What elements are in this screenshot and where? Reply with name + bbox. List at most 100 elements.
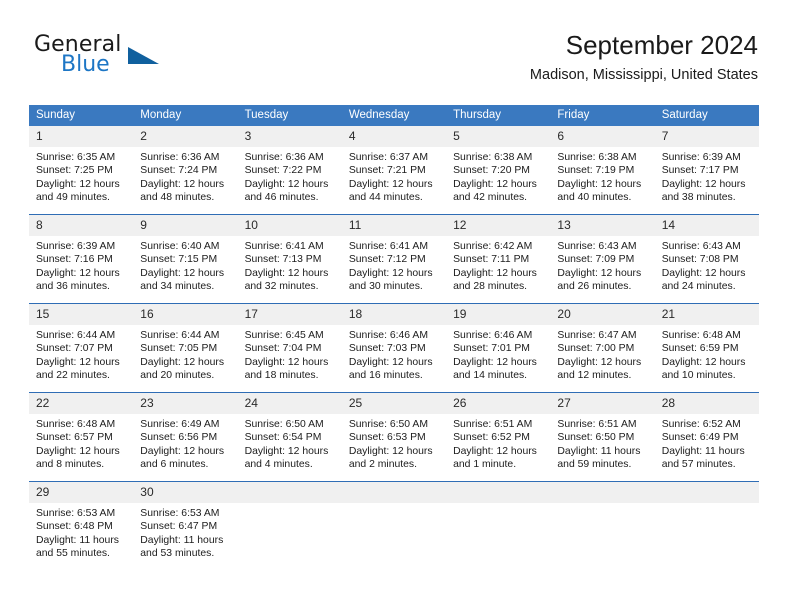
day-number xyxy=(654,482,759,503)
day-number: 13 xyxy=(550,215,655,236)
day-cell[interactable]: 26 Sunrise: 6:51 AM Sunset: 6:52 PM Dayl… xyxy=(446,392,551,482)
sunrise-text: Sunrise: 6:45 AM xyxy=(244,330,324,341)
daylight-text-line1: Daylight: 11 hours xyxy=(36,534,119,546)
day-cell[interactable]: 19 Sunrise: 6:46 AM Sunset: 7:01 PM Dayl… xyxy=(446,303,551,393)
sunrise-text: Sunrise: 6:47 AM xyxy=(557,330,637,341)
calendar-week-row: 15 Sunrise: 6:44 AM Sunset: 7:07 PM Dayl… xyxy=(29,303,759,393)
day-cell[interactable]: 25 Sunrise: 6:50 AM Sunset: 6:53 PM Dayl… xyxy=(341,392,447,482)
day-cell[interactable]: 2 Sunrise: 6:36 AM Sunset: 7:24 PM Dayli… xyxy=(133,126,238,215)
sunset-text: Sunset: 7:13 PM xyxy=(244,254,322,266)
day-cell[interactable]: 8 Sunrise: 6:39 AM Sunset: 7:16 PM Dayli… xyxy=(29,214,134,304)
day-cell[interactable]: 18 Sunrise: 6:46 AM Sunset: 7:03 PM Dayl… xyxy=(341,303,447,393)
day-cell[interactable]: 4 Sunrise: 6:37 AM Sunset: 7:21 PM Dayli… xyxy=(341,126,447,215)
day-details: Sunrise: 6:47 AM Sunset: 7:00 PM Dayligh… xyxy=(550,325,654,383)
weekday-header-tuesday: Tuesday xyxy=(237,105,342,126)
daylight-text-line2: and 2 minutes. xyxy=(348,459,418,471)
weekday-header-friday: Friday xyxy=(550,105,655,126)
sunset-text: Sunset: 7:12 PM xyxy=(348,254,426,266)
day-cell[interactable]: 5 Sunrise: 6:38 AM Sunset: 7:20 PM Dayli… xyxy=(446,126,551,215)
daylight-text-line2: and 10 minutes. xyxy=(661,370,736,382)
daylight-text-line2: and 38 minutes. xyxy=(661,192,736,204)
day-cell[interactable]: 1 Sunrise: 6:35 AM Sunset: 7:25 PM Dayli… xyxy=(29,126,134,215)
day-cell[interactable]: 9 Sunrise: 6:40 AM Sunset: 7:15 PM Dayli… xyxy=(133,214,238,304)
sunset-text: Sunset: 7:24 PM xyxy=(140,165,218,177)
day-cell[interactable]: 11 Sunrise: 6:41 AM Sunset: 7:12 PM Dayl… xyxy=(341,214,447,304)
sunrise-text: Sunrise: 6:41 AM xyxy=(348,241,428,252)
calendar-header-row: Sunday Monday Tuesday Wednesday Thursday… xyxy=(29,105,759,126)
day-details: Sunrise: 6:44 AM Sunset: 7:07 PM Dayligh… xyxy=(29,325,133,383)
calendar-week-row: 1 Sunrise: 6:35 AM Sunset: 7:25 PM Dayli… xyxy=(29,126,759,215)
day-cell[interactable]: 17 Sunrise: 6:45 AM Sunset: 7:04 PM Dayl… xyxy=(237,303,342,393)
day-cell-empty xyxy=(550,481,655,570)
day-cell[interactable]: 7 Sunrise: 6:39 AM Sunset: 7:17 PM Dayli… xyxy=(654,126,759,215)
day-cell[interactable]: 3 Sunrise: 6:36 AM Sunset: 7:22 PM Dayli… xyxy=(237,126,342,215)
sunrise-text: Sunrise: 6:38 AM xyxy=(453,152,533,163)
daylight-text-line1: Daylight: 12 hours xyxy=(453,356,537,368)
day-details: Sunrise: 6:43 AM Sunset: 7:08 PM Dayligh… xyxy=(655,236,759,294)
day-details: Sunrise: 6:49 AM Sunset: 6:56 PM Dayligh… xyxy=(133,414,237,472)
day-cell[interactable]: 22 Sunrise: 6:48 AM Sunset: 6:57 PM Dayl… xyxy=(29,392,134,482)
sunset-text: Sunset: 7:03 PM xyxy=(348,343,426,355)
sunset-text: Sunset: 7:07 PM xyxy=(36,343,113,355)
sunrise-text: Sunrise: 6:43 AM xyxy=(557,241,637,252)
day-number: 9 xyxy=(133,215,238,236)
daylight-text-line1: Daylight: 12 hours xyxy=(140,267,225,279)
sunrise-text: Sunrise: 6:51 AM xyxy=(557,419,637,430)
day-cell[interactable]: 29 Sunrise: 6:53 AM Sunset: 6:48 PM Dayl… xyxy=(29,481,134,570)
day-cell[interactable]: 6 Sunrise: 6:38 AM Sunset: 7:19 PM Dayli… xyxy=(550,126,655,215)
day-number: 27 xyxy=(550,393,655,414)
sunrise-text: Sunrise: 6:53 AM xyxy=(140,508,220,519)
sunset-text: Sunset: 7:21 PM xyxy=(348,165,426,177)
day-cell[interactable]: 16 Sunrise: 6:44 AM Sunset: 7:05 PM Dayl… xyxy=(133,303,238,393)
sunrise-sunset-calendar: Sunday Monday Tuesday Wednesday Thursday… xyxy=(29,105,759,570)
weekday-header-wednesday: Wednesday xyxy=(341,105,447,126)
day-cell[interactable]: 24 Sunrise: 6:50 AM Sunset: 6:54 PM Dayl… xyxy=(237,392,342,482)
calendar-week-row: 22 Sunrise: 6:48 AM Sunset: 6:57 PM Dayl… xyxy=(29,392,759,482)
day-details: Sunrise: 6:51 AM Sunset: 6:52 PM Dayligh… xyxy=(446,414,550,472)
day-cell[interactable]: 27 Sunrise: 6:51 AM Sunset: 6:50 PM Dayl… xyxy=(550,392,655,482)
day-number: 5 xyxy=(446,126,551,147)
day-cell[interactable]: 12 Sunrise: 6:42 AM Sunset: 7:11 PM Dayl… xyxy=(446,214,551,304)
daylight-text-line2: and 6 minutes. xyxy=(140,459,209,471)
sunrise-text: Sunrise: 6:39 AM xyxy=(36,241,116,252)
day-details: Sunrise: 6:50 AM Sunset: 6:53 PM Dayligh… xyxy=(342,414,446,472)
day-number: 25 xyxy=(341,393,447,414)
sunset-text: Sunset: 7:17 PM xyxy=(661,165,739,177)
sunrise-text: Sunrise: 6:48 AM xyxy=(36,419,116,430)
day-number: 14 xyxy=(654,215,759,236)
daylight-text-line2: and 22 minutes. xyxy=(36,370,110,382)
day-details: Sunrise: 6:43 AM Sunset: 7:09 PM Dayligh… xyxy=(550,236,654,294)
day-number: 3 xyxy=(237,126,342,147)
weekday-header-monday: Monday xyxy=(133,105,238,126)
day-number: 28 xyxy=(654,393,759,414)
day-cell[interactable]: 15 Sunrise: 6:44 AM Sunset: 7:07 PM Dayl… xyxy=(29,303,134,393)
daylight-text-line1: Daylight: 12 hours xyxy=(453,267,537,279)
day-cell[interactable]: 23 Sunrise: 6:49 AM Sunset: 6:56 PM Dayl… xyxy=(133,392,238,482)
day-details: Sunrise: 6:48 AM Sunset: 6:59 PM Dayligh… xyxy=(655,325,759,383)
day-cell[interactable]: 20 Sunrise: 6:47 AM Sunset: 7:00 PM Dayl… xyxy=(550,303,655,393)
sunrise-text: Sunrise: 6:46 AM xyxy=(348,330,428,341)
daylight-text-line1: Daylight: 12 hours xyxy=(36,178,120,190)
day-cell[interactable]: 21 Sunrise: 6:48 AM Sunset: 6:59 PM Dayl… xyxy=(654,303,759,393)
daylight-text-line1: Daylight: 12 hours xyxy=(244,267,329,279)
daylight-text-line2: and 8 minutes. xyxy=(36,459,105,471)
daylight-text-line2: and 1 minute. xyxy=(453,459,517,471)
day-number: 22 xyxy=(29,393,134,414)
daylight-text-line1: Daylight: 12 hours xyxy=(244,178,329,190)
day-number: 6 xyxy=(550,126,655,147)
daylight-text-line2: and 55 minutes. xyxy=(36,548,110,560)
sunrise-text: Sunrise: 6:42 AM xyxy=(453,241,533,252)
day-cell[interactable]: 30 Sunrise: 6:53 AM Sunset: 6:47 PM Dayl… xyxy=(133,481,238,570)
day-number: 8 xyxy=(29,215,134,236)
day-number: 24 xyxy=(237,393,342,414)
day-number: 12 xyxy=(446,215,551,236)
daylight-text-line1: Daylight: 12 hours xyxy=(36,267,120,279)
day-cell[interactable]: 13 Sunrise: 6:43 AM Sunset: 7:09 PM Dayl… xyxy=(550,214,655,304)
sunrise-text: Sunrise: 6:49 AM xyxy=(140,419,220,430)
day-cell[interactable]: 10 Sunrise: 6:41 AM Sunset: 7:13 PM Dayl… xyxy=(237,214,342,304)
sunset-text: Sunset: 6:59 PM xyxy=(661,343,739,355)
day-cell[interactable]: 28 Sunrise: 6:52 AM Sunset: 6:49 PM Dayl… xyxy=(654,392,759,482)
day-number xyxy=(550,482,655,503)
day-cell[interactable]: 14 Sunrise: 6:43 AM Sunset: 7:08 PM Dayl… xyxy=(654,214,759,304)
day-details: Sunrise: 6:53 AM Sunset: 6:48 PM Dayligh… xyxy=(29,503,133,561)
